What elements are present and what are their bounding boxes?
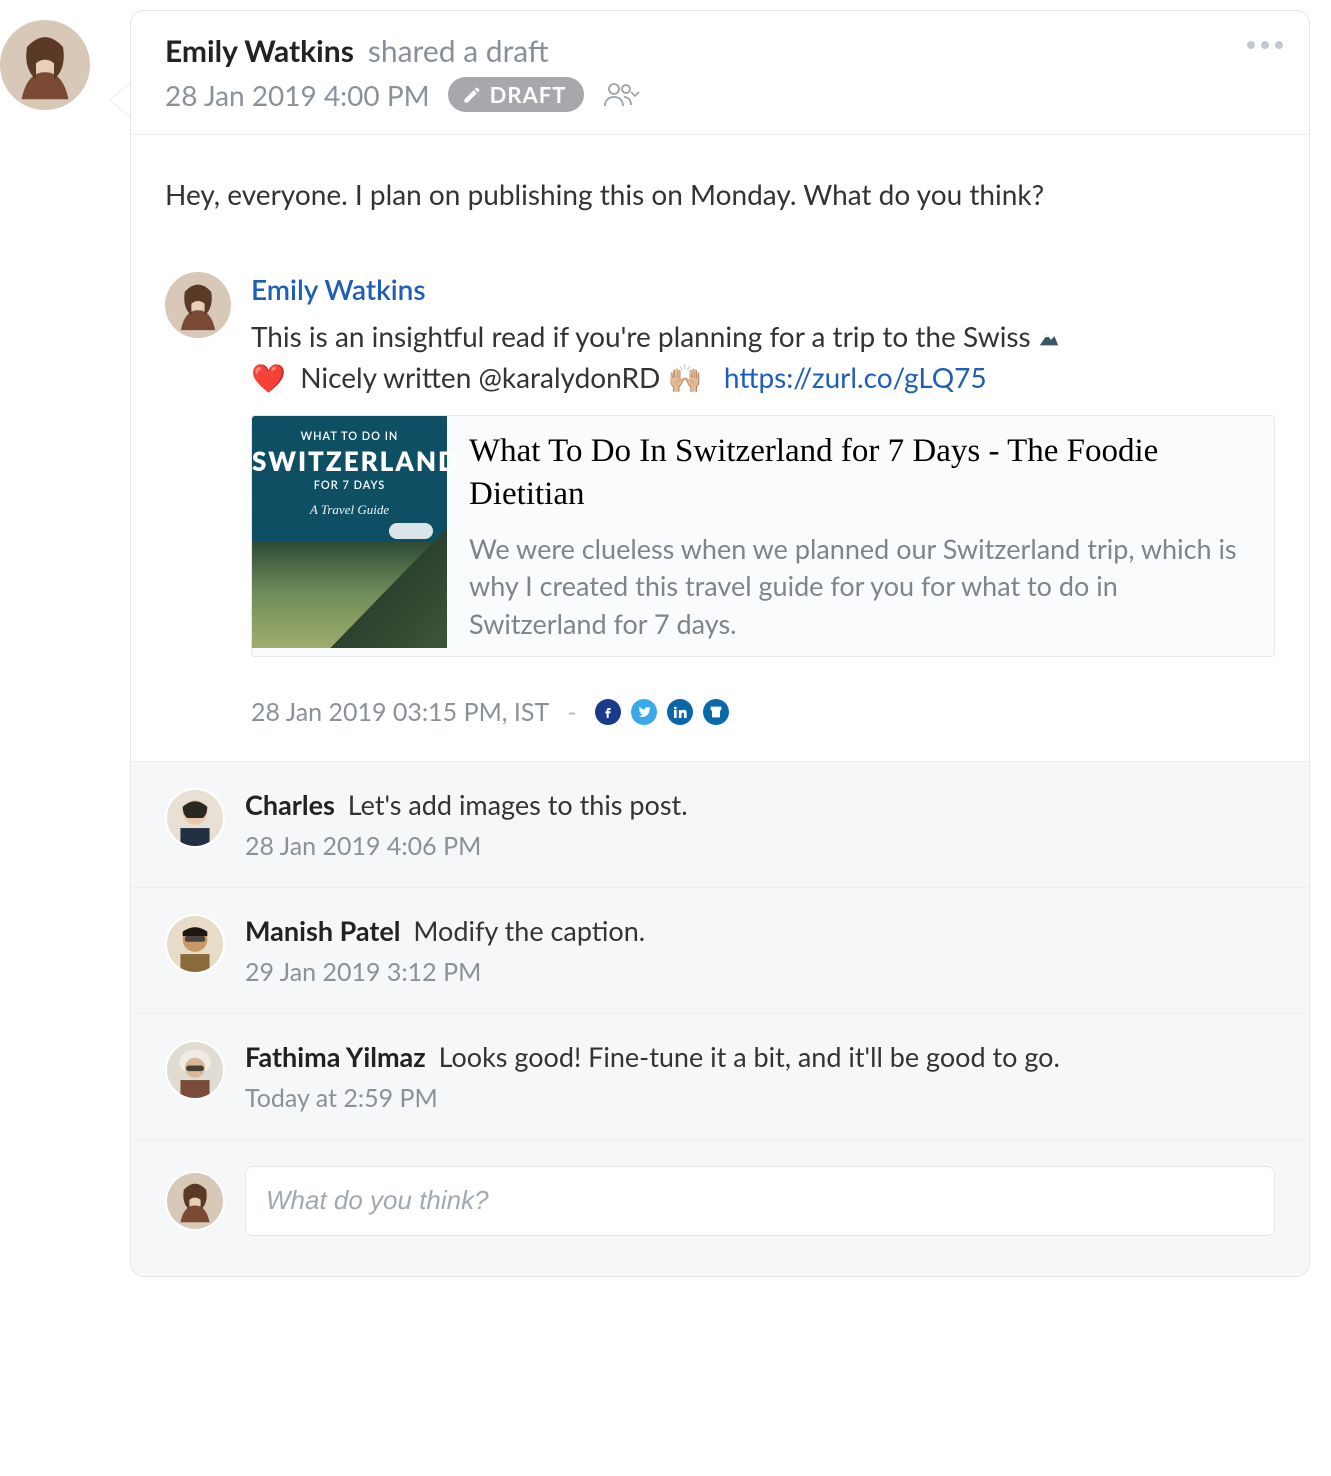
thumb-line3: FOR 7 DAYS [252, 479, 447, 492]
embed-text-line1: This is an insightful read if you're pla… [251, 319, 1031, 353]
thumb-line2: SWITZERLAND [252, 445, 447, 477]
comment-author[interactable]: Manish Patel [245, 914, 400, 947]
meta-sep: - [567, 697, 576, 727]
header-author[interactable]: Emily Watkins [165, 33, 354, 69]
comment-timestamp: 28 Jan 2019 4:06 PM [245, 831, 1275, 861]
comment-timestamp: 29 Jan 2019 3:12 PM [245, 957, 1275, 987]
comment-author[interactable]: Fathima Yilmaz [245, 1040, 426, 1073]
linkedin-icon[interactable] [667, 699, 693, 725]
comment-row: Manish Patel Modify the caption. 29 Jan … [131, 888, 1309, 1014]
link-preview-title: What To Do In Switzerland for 7 Days - T… [469, 430, 1256, 516]
comment-avatar[interactable] [165, 1040, 225, 1100]
thumb-line4: A Travel Guide [252, 502, 447, 518]
card-body: Hey, everyone. I plan on publishing this… [131, 135, 1309, 761]
link-preview-card[interactable]: WHAT TO DO IN SWITZERLAND FOR 7 DAYS A T… [251, 415, 1275, 657]
embed-author[interactable]: Emily Watkins [251, 272, 1275, 306]
card-header: Emily Watkins shared a draft 28 Jan 2019… [131, 11, 1309, 135]
header-timestamp: 28 Jan 2019 4:00 PM [165, 78, 430, 112]
pencil-icon [462, 85, 482, 105]
draft-badge[interactable]: DRAFT [448, 77, 585, 112]
embed-timestamp: 28 Jan 2019 03:15 PM, IST [251, 697, 549, 727]
hands-icon: 🙌🏼 [668, 360, 703, 394]
reply-row [131, 1140, 1309, 1276]
post-message: Hey, everyone. I plan on publishing this… [165, 175, 1275, 214]
author-avatar[interactable] [0, 20, 90, 110]
thumb-line1: WHAT TO DO IN [252, 430, 447, 443]
audience-icon[interactable] [602, 80, 642, 110]
embed-text: This is an insightful read if you're pla… [251, 316, 1275, 397]
embed-text-line2: Nicely written @karalydonRD [300, 360, 660, 394]
comment-text: Modify the caption. [413, 914, 645, 947]
comment-author[interactable]: Charles [245, 788, 335, 821]
reply-avatar[interactable] [165, 1171, 225, 1231]
comment-text: Looks good! Fine-tune it a bit, and it'l… [439, 1040, 1060, 1073]
comment-avatar[interactable] [165, 788, 225, 848]
comment-text: Let's add images to this post. [348, 788, 688, 821]
comments-section: Charles Let's add images to this post. 2… [131, 761, 1309, 1276]
link-preview-desc: We were clueless when we planned our Swi… [469, 530, 1256, 642]
comment-row: Charles Let's add images to this post. 2… [131, 762, 1309, 888]
embedded-post: Emily Watkins This is an insightful read… [165, 272, 1275, 727]
google-business-icon[interactable] [703, 699, 729, 725]
post-card: Emily Watkins shared a draft 28 Jan 2019… [130, 10, 1310, 1277]
draft-badge-label: DRAFT [490, 81, 567, 108]
reply-input[interactable] [245, 1166, 1275, 1236]
more-options-icon[interactable] [1247, 41, 1283, 49]
heart-icon: ❤️ [251, 360, 286, 394]
link-preview-thumb: WHAT TO DO IN SWITZERLAND FOR 7 DAYS A T… [252, 416, 447, 648]
header-action: shared a draft [368, 33, 549, 69]
embed-meta: 28 Jan 2019 03:15 PM, IST - [251, 697, 1275, 727]
social-networks [595, 699, 729, 725]
comment-avatar[interactable] [165, 914, 225, 974]
comment-row: Fathima Yilmaz Looks good! Fine-tune it … [131, 1014, 1309, 1140]
facebook-icon[interactable] [595, 699, 621, 725]
embed-link[interactable]: https://zurl.co/gLQ75 [724, 360, 987, 394]
comment-timestamp: Today at 2:59 PM [245, 1083, 1275, 1113]
mountain-icon [1038, 319, 1060, 353]
embed-author-avatar[interactable] [165, 272, 231, 338]
twitter-icon[interactable] [631, 699, 657, 725]
